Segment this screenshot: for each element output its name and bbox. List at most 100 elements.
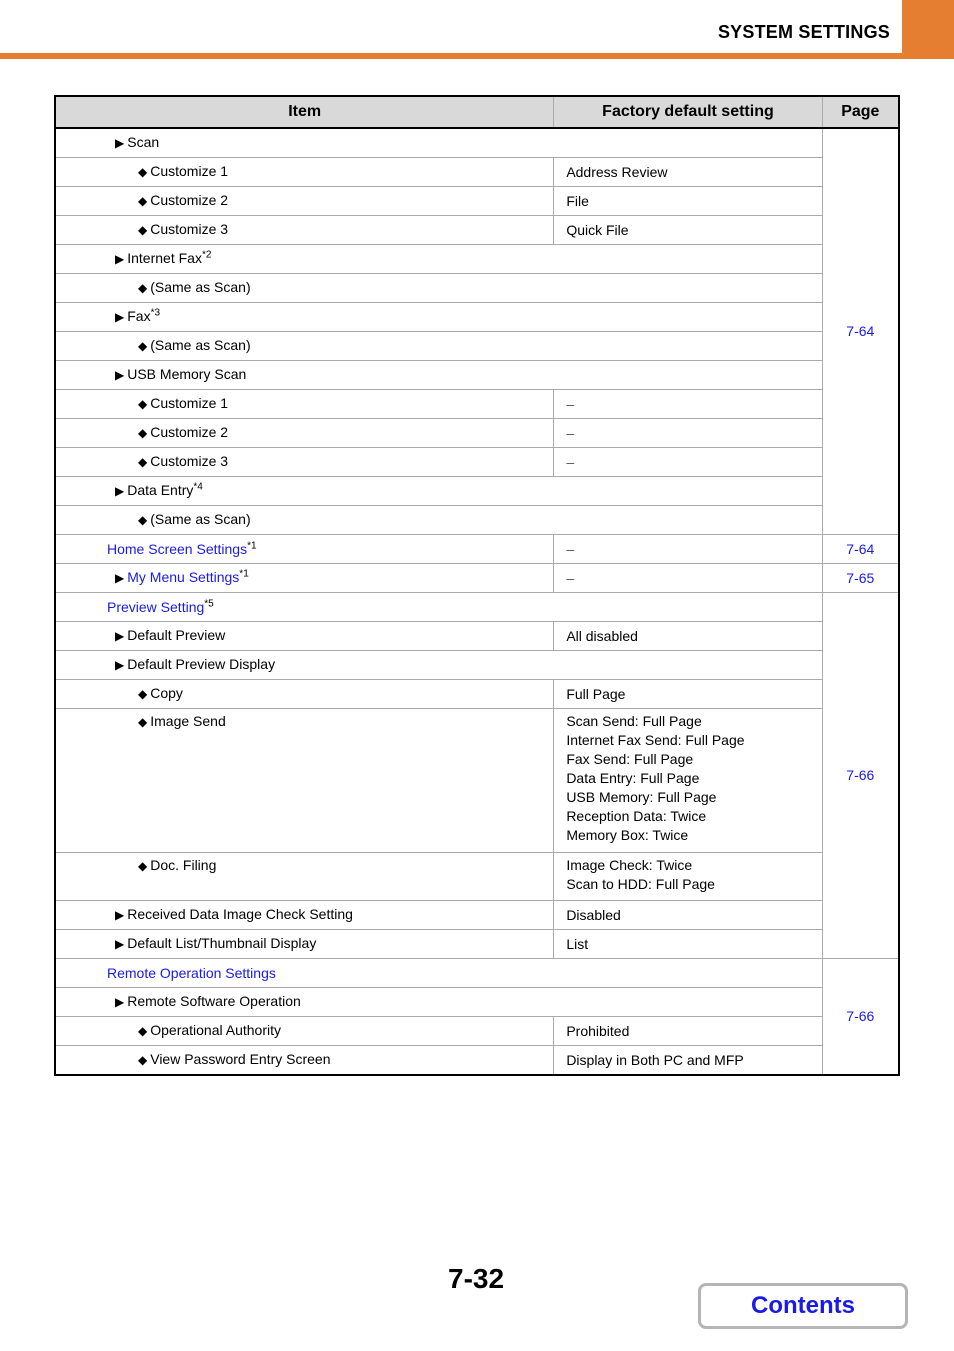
- diamond-bullet-icon: ◆: [138, 1053, 148, 1067]
- footnote-ref: *3: [150, 307, 161, 319]
- default-value-line: Image Check: Twice: [566, 857, 693, 873]
- default-value: List: [566, 935, 589, 952]
- default-cell: Quick File: [553, 215, 823, 245]
- item-label: (Same as Scan): [150, 279, 251, 295]
- table-row: ▶ Internet Fax*2: [55, 244, 899, 274]
- triangle-bullet-icon: ▶: [115, 571, 125, 585]
- item-cell: ◆ (Same as Scan): [55, 505, 823, 535]
- page-number: 7-32: [448, 1263, 505, 1294]
- default-cell: –: [553, 418, 823, 448]
- item-cell: ◆ View Password Entry Screen: [55, 1045, 555, 1075]
- table-body: ▶ Scan 7-64 ◆ Customize 1 Address Review ◆ Cust…: [55, 127, 899, 1075]
- diamond-bullet-icon: ◆: [138, 859, 148, 873]
- table-row: ▶ Default Preview All disabled: [55, 621, 899, 651]
- item-label: Scan: [127, 134, 160, 150]
- item-label: (Same as Scan): [150, 511, 251, 527]
- default-cell: All disabled: [553, 621, 823, 651]
- item-label: Data Entry: [127, 482, 194, 498]
- footnote-ref: *1: [247, 539, 257, 551]
- default-cell: Display in Both PC and MFP: [553, 1045, 823, 1075]
- table-row: ◆ Copy Full Page: [55, 679, 899, 709]
- item-link[interactable]: Home Screen Settings: [107, 541, 247, 557]
- contents-button[interactable]: Contents: [698, 1283, 908, 1329]
- item-cell[interactable]: Home Screen Settings*1: [55, 534, 555, 564]
- item-cell: ▶ USB Memory Scan: [55, 360, 823, 390]
- diamond-bullet-icon: ◆: [138, 1024, 148, 1038]
- item-cell: ◆ Customize 3: [55, 447, 555, 477]
- item-link[interactable]: Preview Setting: [107, 599, 204, 615]
- item-cell: ◆ Customize 2: [55, 418, 555, 448]
- diamond-bullet-icon: ◆: [138, 687, 148, 701]
- table-row: Preview Setting*5 7-66: [55, 592, 899, 959]
- triangle-bullet-icon: ▶: [115, 368, 125, 382]
- item-cell[interactable]: Remote Operation Settings: [55, 958, 823, 988]
- default-cell: Prohibited: [553, 1016, 823, 1046]
- table-row: ◆ View Password Entry Screen Display in Bo…: [55, 1045, 899, 1075]
- default-value: –: [566, 424, 575, 441]
- table-row: ◆ Operational Authority Prohibited: [55, 1016, 899, 1046]
- default-cell: Disabled: [553, 900, 823, 930]
- default-value: –: [566, 395, 575, 412]
- page-link[interactable]: 7-64: [822, 127, 899, 535]
- item-cell: ▶ Internet Fax*2: [55, 244, 823, 274]
- footnote-ref: *1: [239, 568, 249, 580]
- default-cell: Scan Send: Full Page Internet Fax Send: F…: [553, 708, 823, 853]
- page-link[interactable]: 7-66: [822, 592, 899, 959]
- footnote-ref: *2: [201, 249, 212, 261]
- triangle-bullet-icon: ▶: [115, 658, 125, 672]
- item-label: Customize 1: [150, 395, 229, 411]
- table-row: ◆ Doc. Filing Image Check: Twice Scan to HD…: [55, 852, 899, 901]
- table-row: ▶ Received Data Image Check Setting Disabl…: [55, 900, 899, 930]
- table-row: ◆ Customize 3–: [55, 447, 899, 477]
- table-row: ◆ Customize 1 –: [55, 389, 899, 419]
- item-cell: ▶ Default List/Thumbnail Display: [55, 929, 555, 959]
- item-label: Image Send: [150, 713, 226, 729]
- diamond-bullet-icon: ◆: [138, 397, 148, 411]
- item-cell: ◆ (Same as Scan): [55, 273, 823, 303]
- triangle-bullet-icon: ▶: [115, 908, 125, 922]
- diamond-bullet-icon: ◆: [138, 194, 148, 208]
- item-cell[interactable]: ▶ My Menu Settings*1: [55, 563, 555, 593]
- table-row: ◆ Customize 2–: [55, 418, 899, 448]
- item-cell: ▶ Default Preview: [55, 621, 555, 651]
- page-link[interactable]: 7-66: [822, 958, 899, 1075]
- default-value: Display in Both PC and MFP: [566, 1051, 744, 1068]
- page-link[interactable]: 7-64: [822, 534, 899, 564]
- default-value: Address Review: [566, 163, 668, 180]
- footnote-ref: *5: [204, 597, 214, 609]
- header-accent-bar: [0, 53, 954, 59]
- default-value: Quick File: [566, 221, 629, 238]
- item-link[interactable]: My Menu Settings: [127, 569, 239, 585]
- triangle-bullet-icon: ▶: [115, 937, 125, 951]
- header-accent-tab: [902, 0, 954, 54]
- default-value-line: Reception Data: Twice: [566, 808, 707, 824]
- item-link[interactable]: Remote Operation Settings: [107, 965, 276, 981]
- default-value: –: [566, 540, 575, 557]
- item-label: Doc. Filing: [150, 857, 217, 873]
- diamond-bullet-icon: ◆: [138, 223, 148, 237]
- default-value-line: Internet Fax Send: Full Page: [566, 732, 745, 748]
- diamond-bullet-icon: ◆: [138, 715, 148, 729]
- default-cell: Address Review: [553, 157, 823, 187]
- triangle-bullet-icon: ▶: [115, 995, 125, 1009]
- default-cell: –: [553, 534, 823, 564]
- table-row: ◆ Customize 3 Quick File: [55, 215, 899, 245]
- item-label: Operational Authority: [150, 1022, 281, 1038]
- item-cell: ▶ Remote Software Operation: [55, 987, 823, 1017]
- item-label: Default List/Thumbnail Display: [127, 935, 317, 951]
- table-row: ◆ Customize 1 Address Review: [55, 157, 899, 187]
- default-value: –: [566, 569, 575, 586]
- default-cell: File: [553, 186, 823, 216]
- item-cell: ◆ (Same as Scan): [55, 331, 823, 361]
- item-label: USB Memory Scan: [127, 366, 247, 382]
- item-cell: ◆ Image Send: [55, 708, 555, 853]
- triangle-bullet-icon: ▶: [115, 629, 125, 643]
- diamond-bullet-icon: ◆: [138, 165, 148, 179]
- default-value-line: USB Memory: Full Page: [566, 789, 717, 805]
- column-header-item: Item: [55, 96, 555, 129]
- item-cell: ◆ Operational Authority: [55, 1016, 555, 1046]
- item-cell[interactable]: Preview Setting*5: [55, 592, 823, 622]
- item-cell: ▶ Fax*3: [55, 302, 823, 332]
- default-cell: –: [553, 389, 823, 419]
- page-link[interactable]: 7-65: [822, 563, 899, 593]
